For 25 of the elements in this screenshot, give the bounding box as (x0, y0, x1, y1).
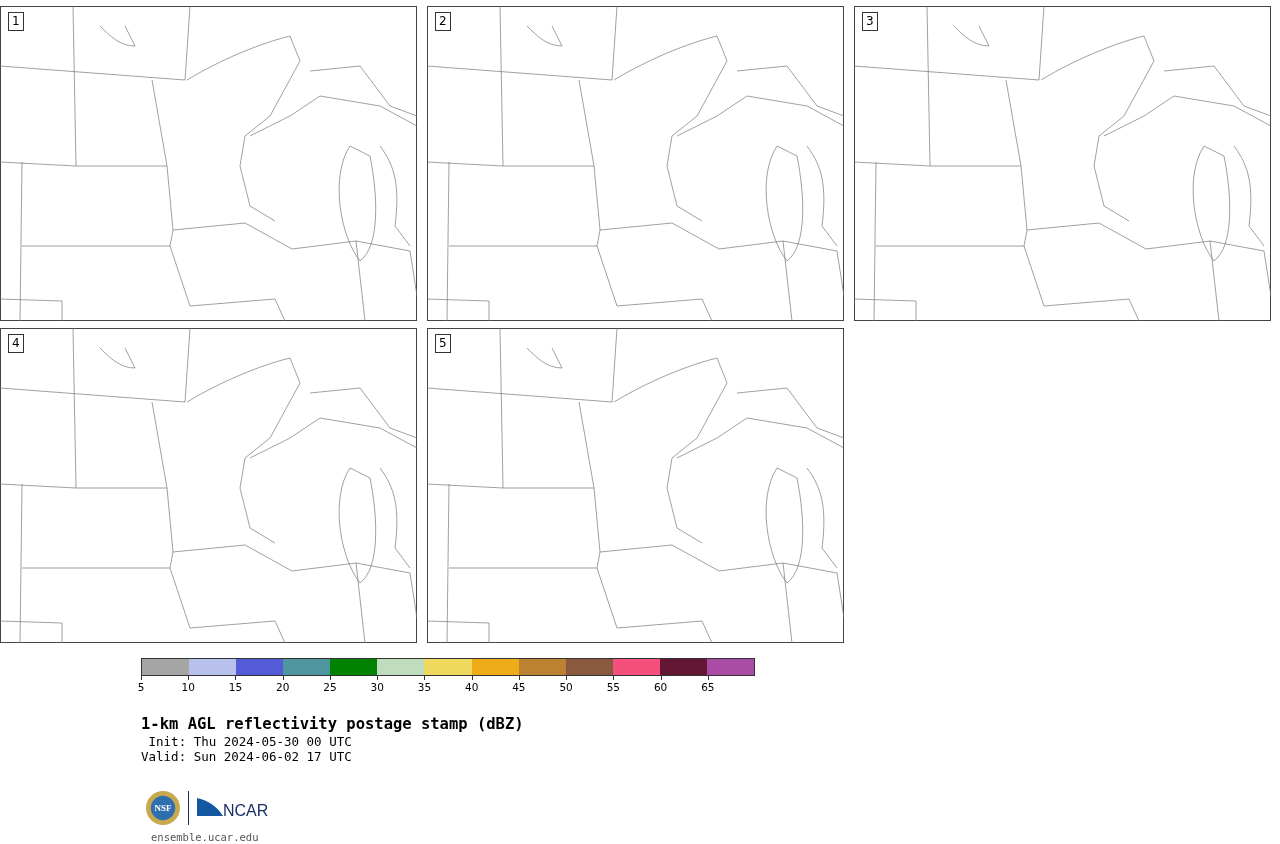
panel-number: 2 (435, 12, 451, 31)
colorbar-tick-label: 5 (137, 681, 145, 693)
colorbar-tick-label: 10 (181, 681, 195, 693)
panel-number: 3 (862, 12, 878, 31)
colorbar-tick-label: 55 (606, 681, 621, 693)
colorbar-tick-label: 20 (276, 681, 290, 693)
colorbar-tick-label: 25 (323, 681, 337, 693)
valid-time: Valid: Sun 2024-06-02 17 UTC (141, 749, 353, 764)
panel-number: 5 (435, 334, 451, 353)
panel-number: 1 (8, 12, 24, 31)
site-url: ensemble.ucar.edu (151, 831, 260, 843)
colorbar-tick-label: 45 (512, 681, 526, 693)
colorbar-tick-label: 30 (370, 681, 384, 693)
colorbar-tick-label: 40 (464, 681, 479, 693)
colorbar-tick-label: 50 (559, 681, 573, 693)
init-time: Init: Thu 2024-05-30 00 UTC (147, 734, 353, 749)
panel-number: 4 (8, 334, 24, 353)
colorbar-tick-label: 65 (701, 681, 715, 693)
colorbar-tick-label: 60 (653, 681, 668, 693)
org-logo: NCAR (223, 801, 269, 820)
colorbar-tick-label: 35 (417, 681, 432, 693)
colorbar-tick-label: 15 (228, 681, 243, 693)
chart-title: 1-km AGL reflectivity postage stamp (dBZ) (141, 714, 525, 734)
swoosh-icon (197, 798, 223, 818)
seal-logo: NSF (146, 791, 180, 825)
